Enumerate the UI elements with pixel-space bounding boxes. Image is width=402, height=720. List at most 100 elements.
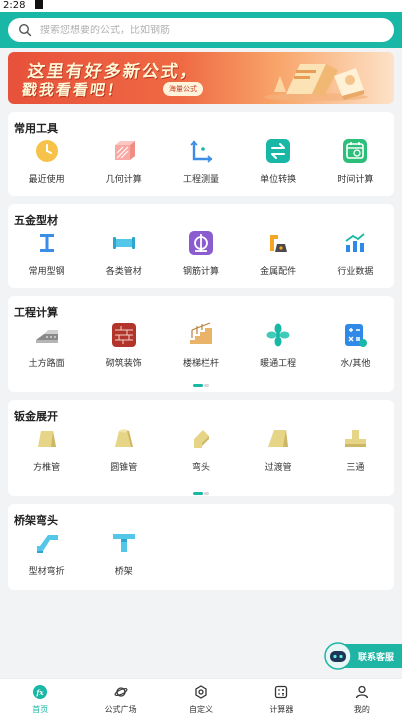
tool-label: 方椎管: [33, 463, 61, 473]
status-bar: 2:28: [0, 0, 402, 12]
tool-road[interactable]: 土方路面: [8, 322, 85, 369]
tool-label: 砌筑装饰: [105, 359, 142, 369]
tool-label: 三通: [346, 463, 365, 473]
tab-label: 我的: [353, 705, 370, 714]
measure-icon: [190, 140, 213, 163]
tool-cable-tray[interactable]: 桥架: [85, 530, 162, 577]
tool-measure[interactable]: 工程测量: [162, 138, 239, 185]
tool-section-steel[interactable]: 常用型钢: [8, 230, 85, 277]
tool-label: 水/其他: [340, 359, 371, 369]
stairs-icon: [189, 322, 212, 344]
page-indicator: [193, 492, 209, 495]
clock-icon: [35, 140, 58, 162]
tool-masonry[interactable]: 砌筑装饰: [85, 322, 162, 369]
fx-icon: fx: [33, 685, 48, 699]
tool-elbow[interactable]: 弯头: [162, 426, 239, 473]
tool-round-cone[interactable]: 圆锥管: [85, 426, 162, 473]
i-beam-icon: [39, 234, 54, 252]
tool-geometry[interactable]: 几何计算: [85, 138, 162, 185]
tool-label: 过渡管: [264, 463, 292, 473]
tool-stairs[interactable]: 楼梯栏杆: [162, 322, 239, 369]
tool-label: 工程测量: [182, 175, 219, 185]
banner-tag: 海量公式: [163, 82, 203, 96]
tool-industry-data[interactable]: 行业数据: [317, 230, 394, 277]
section-title: 常用工具: [14, 122, 58, 135]
tool-pipes[interactable]: 各类管材: [85, 230, 162, 277]
tool-hvac[interactable]: 暖通工程: [240, 322, 317, 369]
chart-icon: [345, 233, 365, 252]
tool-label: 型材弯折: [28, 567, 65, 577]
tab-label: 自定义: [189, 705, 214, 714]
status-time: 2:28: [3, 0, 26, 11]
tab-custom[interactable]: 自定义: [161, 679, 241, 720]
tool-label: 常用型钢: [28, 267, 65, 277]
tool-water-other[interactable]: 水/其他: [317, 322, 394, 369]
section-title: 钣金展开: [14, 410, 58, 423]
tool-label: 暖通工程: [260, 359, 297, 369]
tool-tee[interactable]: 三通: [317, 426, 394, 473]
tab-home[interactable]: fx 首页: [0, 679, 80, 720]
rebar-icon: [188, 231, 213, 255]
banner-illustration-icon: [264, 64, 368, 101]
profile-bend-icon: [36, 535, 58, 553]
tab-label: 公式广场: [104, 705, 137, 714]
robot-icon: [324, 642, 352, 670]
tool-rebar[interactable]: 钢筋计算: [162, 230, 239, 277]
promo-banner[interactable]: 这里有好多新公式， 戳我看看吧！ 海量公式: [8, 52, 394, 104]
metal-parts-icon: [270, 235, 288, 252]
brick-icon: [111, 323, 136, 347]
section-title: 工程计算: [14, 306, 58, 319]
geometry-icon: [114, 141, 135, 160]
tool-unit-convert[interactable]: 单位转换: [240, 138, 317, 185]
search-bar[interactable]: [8, 18, 394, 42]
tool-label: 几何计算: [105, 175, 142, 185]
tool-square-cone[interactable]: 方椎管: [8, 426, 85, 473]
tee-icon: [345, 430, 367, 447]
tool-label: 桥架: [114, 567, 133, 577]
tool-label: 时间计算: [337, 175, 374, 185]
section-title: 五金型材: [14, 214, 58, 227]
banner-subheadline: 戳我看看吧！: [20, 81, 126, 99]
tool-label: 土方路面: [28, 359, 65, 369]
round-cone-icon: [114, 429, 133, 447]
customer-service-label: 联系客服: [358, 653, 395, 663]
user-icon: [355, 685, 368, 699]
tool-label: 金属配件: [260, 267, 297, 277]
search-icon: [18, 23, 32, 37]
transition-pipe-icon: [268, 430, 289, 447]
elbow-icon: [193, 430, 209, 448]
road-icon: [35, 330, 58, 343]
tool-label: 最近使用: [28, 175, 65, 185]
tool-metal-parts[interactable]: 金属配件: [240, 230, 317, 277]
header: [0, 12, 402, 48]
tab-label: 首页: [32, 705, 49, 714]
tool-recent[interactable]: 最近使用: [8, 138, 85, 185]
tab-formula-square[interactable]: 公式广场: [80, 679, 160, 720]
settings-icon: [195, 685, 207, 699]
bottom-tab-bar: fx 首页 公式广场 自定义 计算器 我的: [0, 678, 402, 720]
tool-time[interactable]: 时间计算: [317, 138, 394, 185]
section-cable-tray: 桥架弯头 型材弯折 桥架: [8, 504, 394, 590]
section-common-tools: 常用工具 最近使用 几何计算 工程测量 单位转换 时间计算: [8, 112, 394, 196]
tool-label: 单位转换: [260, 175, 297, 185]
tool-transition[interactable]: 过渡管: [240, 426, 317, 473]
calendar-icon: [343, 139, 368, 163]
tool-label: 钢筋计算: [182, 267, 219, 277]
unit-convert-icon: [266, 139, 291, 163]
water-calc-icon: [345, 324, 368, 347]
tool-label: 楼梯栏杆: [182, 359, 219, 369]
customer-service-button[interactable]: 联系客服: [324, 642, 402, 670]
tab-calculator[interactable]: 计算器: [241, 679, 321, 720]
search-input[interactable]: [40, 24, 360, 36]
tab-mine[interactable]: 我的: [322, 679, 402, 720]
section-engineering-calc: 工程计算 土方路面 砌筑装饰 楼梯栏杆 暖通工程 水/其他: [8, 296, 394, 392]
tab-label: 计算器: [269, 705, 294, 714]
tool-label: 各类管材: [105, 267, 142, 277]
page-indicator: [193, 384, 209, 387]
tool-label: 圆锥管: [110, 463, 138, 473]
cable-tray-icon: [112, 534, 135, 552]
section-hardware-profiles: 五金型材 常用型钢 各类管材 钢筋计算 金属配件 行业数据: [8, 204, 394, 288]
section-sheet-metal: 钣金展开 方椎管 圆锥管 弯头 过渡管 三通: [8, 400, 394, 496]
tool-profile-bend[interactable]: 型材弯折: [8, 530, 85, 577]
notification-icon: [34, 0, 43, 9]
